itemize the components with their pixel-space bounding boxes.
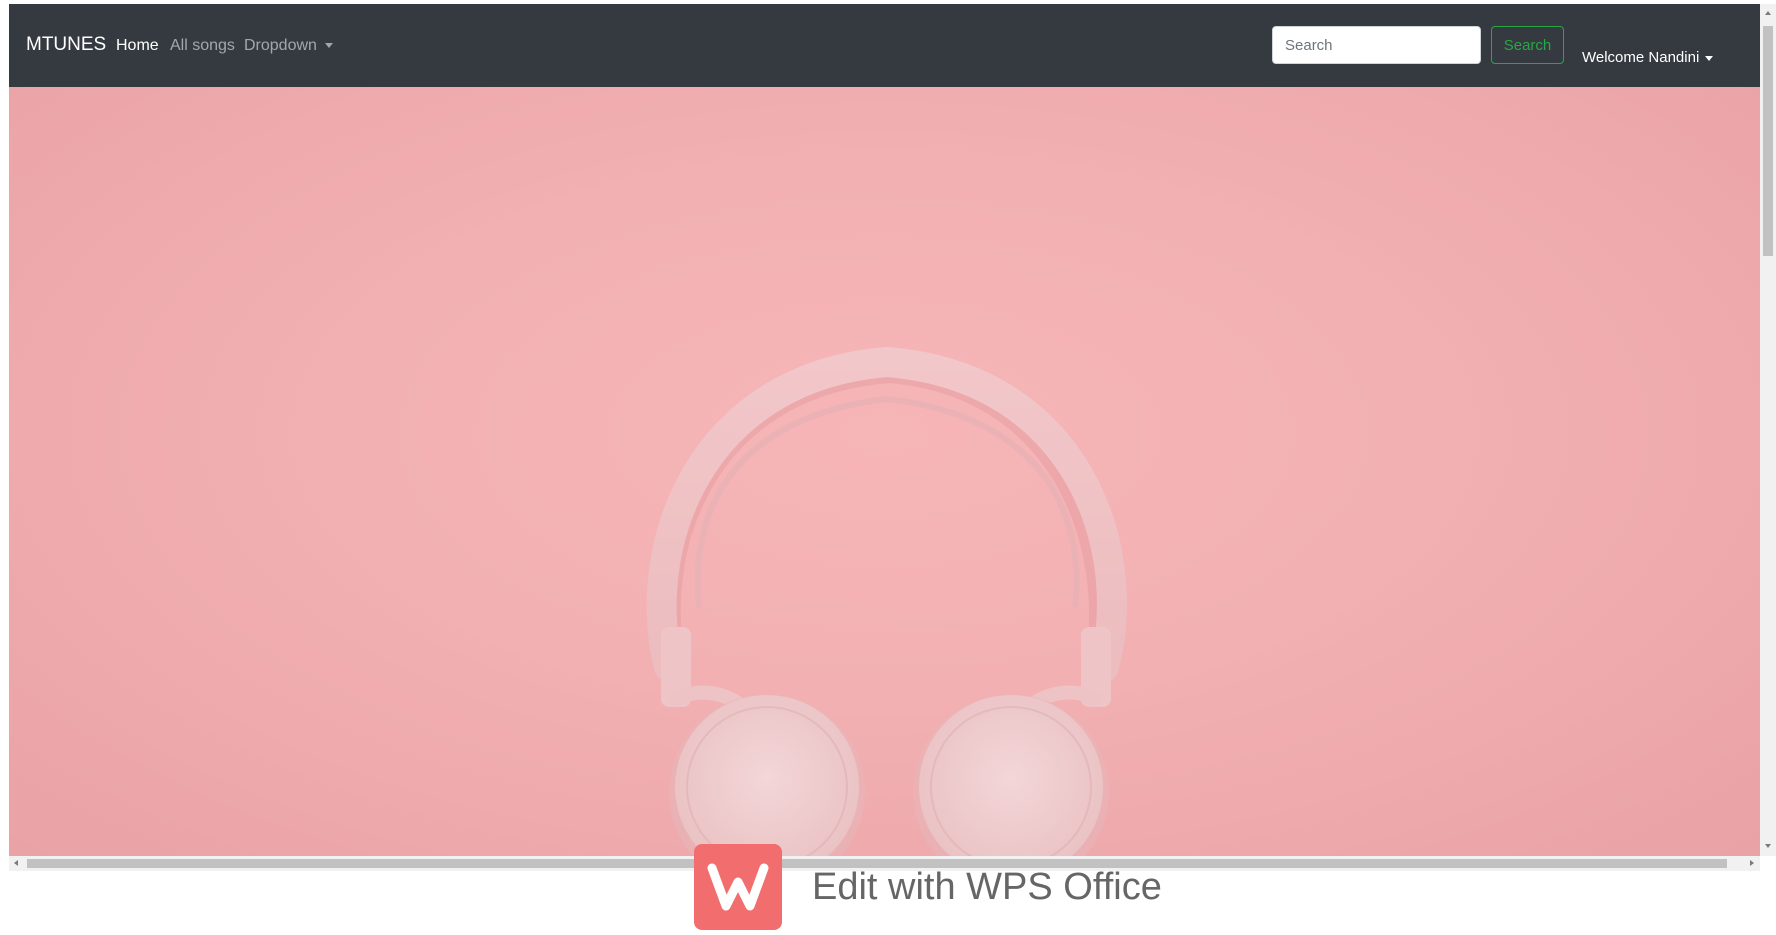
nav-all-songs-label: All songs	[170, 37, 235, 54]
screen: MTUNES Home All songs Dropdown Search We…	[0, 0, 1776, 930]
scroll-up-arrow-icon[interactable]	[1765, 11, 1771, 15]
user-menu-label: Welcome Nandini	[1582, 49, 1700, 66]
navbar: MTUNES Home All songs Dropdown Search We…	[9, 4, 1760, 87]
hero-banner	[9, 87, 1760, 856]
chevron-down-icon	[1705, 55, 1714, 61]
nav-dropdown[interactable]: Dropdown	[244, 37, 333, 55]
nav-dropdown-label: Dropdown	[244, 37, 317, 54]
wps-watermark-text: Edit with WPS Office	[812, 866, 1162, 908]
scroll-right-arrow-icon[interactable]	[1750, 860, 1754, 866]
vertical-scroll-thumb[interactable]	[1763, 26, 1773, 256]
nav-all-songs[interactable]: All songs	[170, 37, 235, 55]
nav-home-label: Home	[116, 37, 159, 54]
search-button[interactable]: Search	[1491, 26, 1564, 64]
browser-viewport: MTUNES Home All songs Dropdown Search We…	[9, 4, 1760, 856]
wps-logo-icon	[694, 844, 782, 930]
headphones-image	[646, 346, 1127, 856]
vertical-scrollbar[interactable]	[1760, 4, 1776, 856]
scroll-left-arrow-icon[interactable]	[14, 860, 18, 866]
scroll-down-arrow-icon[interactable]	[1765, 844, 1771, 848]
brand-logo[interactable]: MTUNES	[26, 34, 106, 56]
search-input[interactable]	[1272, 26, 1481, 64]
chevron-down-icon	[324, 43, 333, 49]
nav-home[interactable]: Home	[116, 37, 159, 55]
user-menu[interactable]: Welcome Nandini	[1582, 49, 1714, 66]
